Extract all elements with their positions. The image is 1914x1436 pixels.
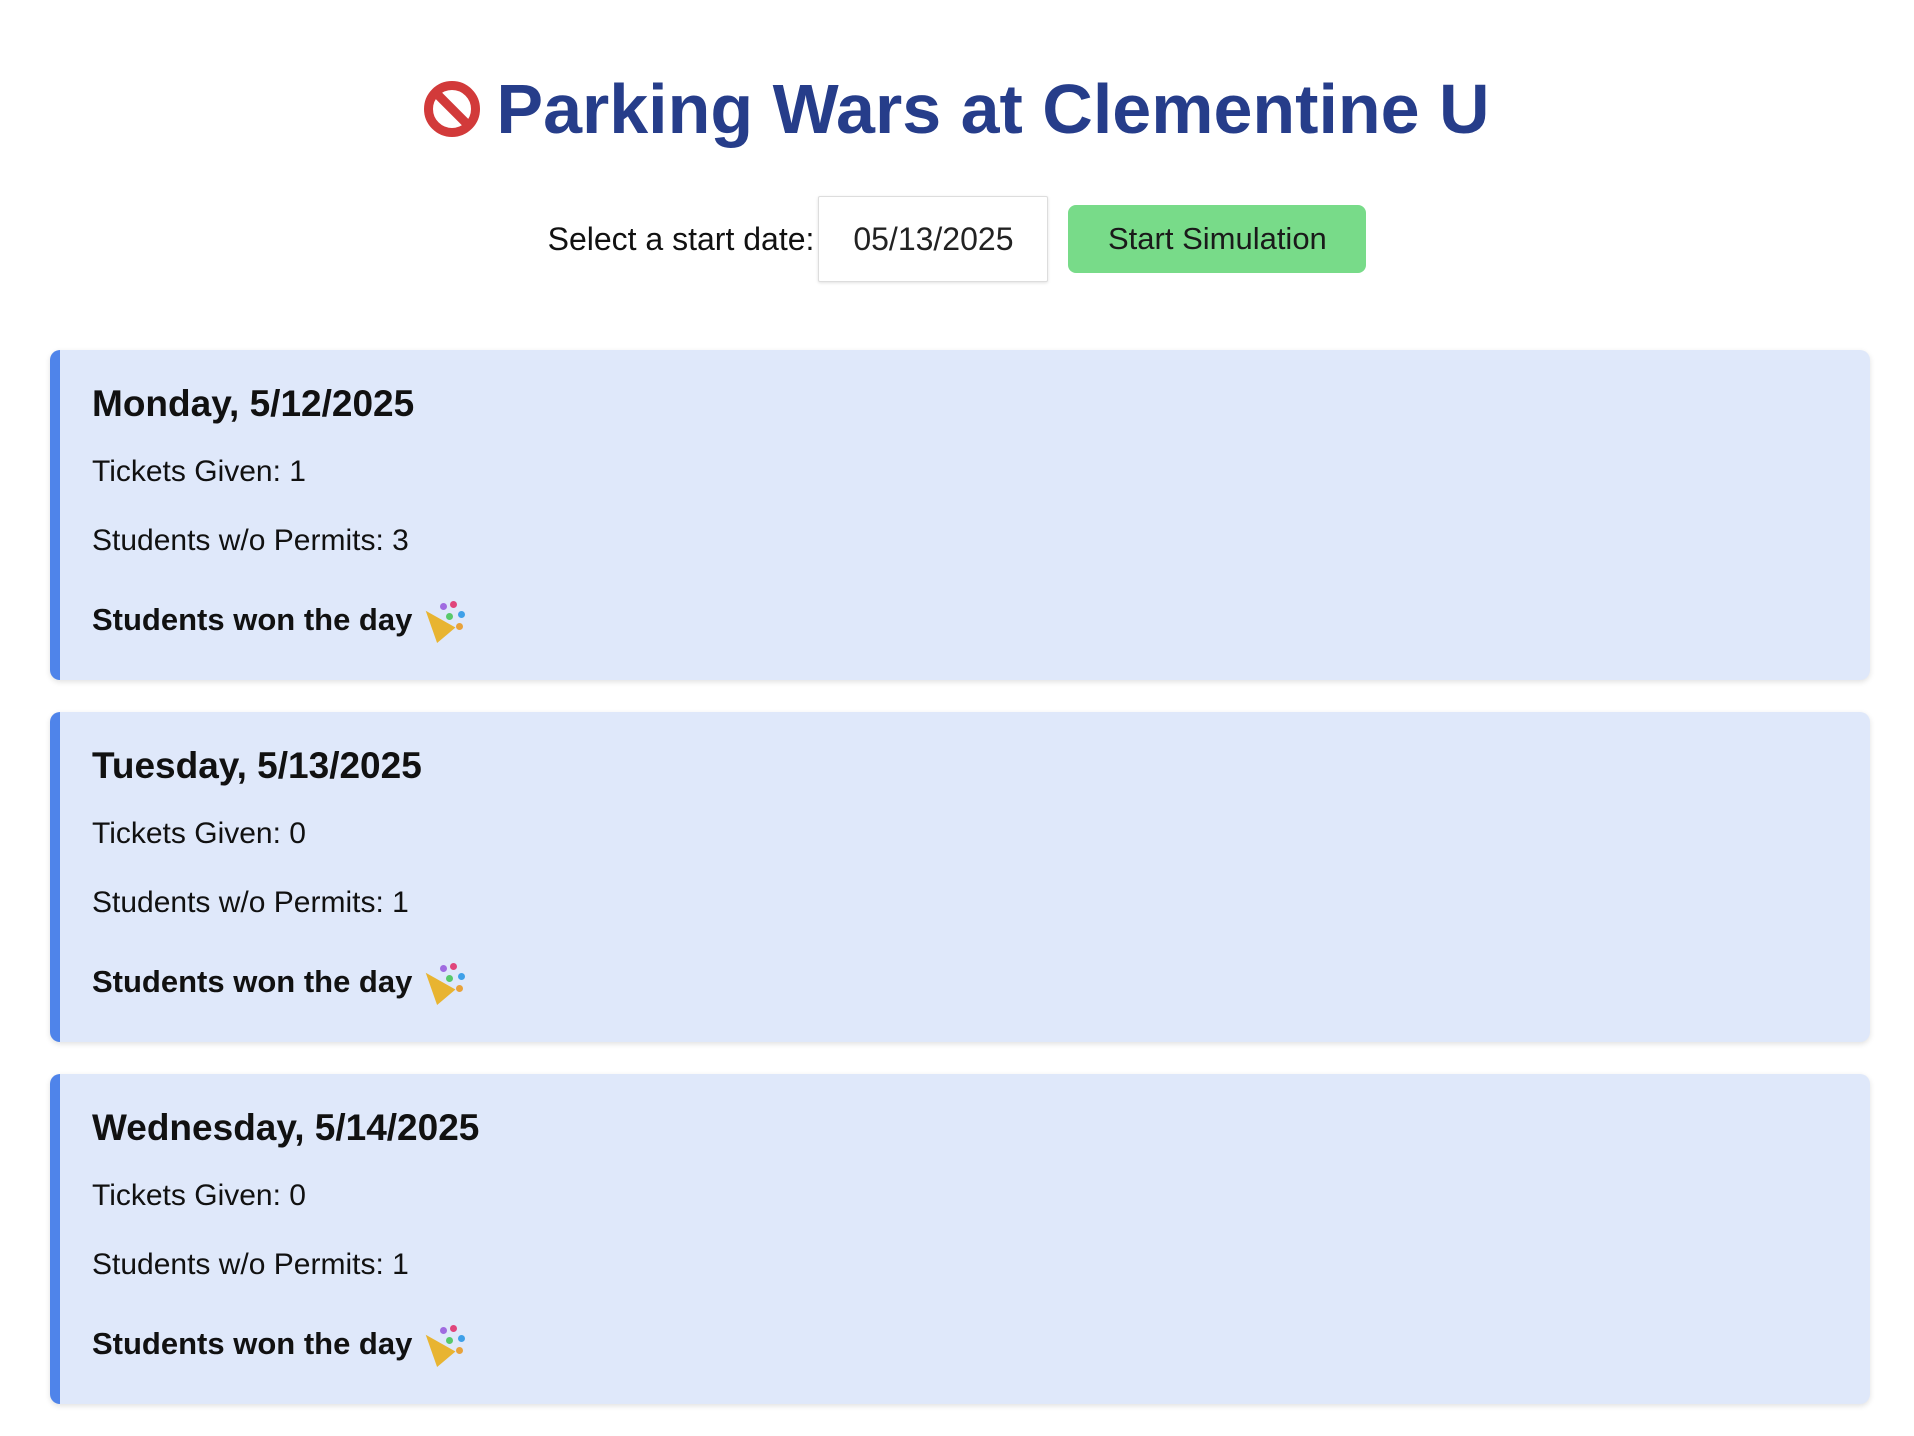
page-title-text: Parking Wars at Clementine U	[496, 70, 1490, 148]
day-title: Monday, 5/12/2025	[92, 383, 415, 424]
party-popper-icon	[416, 599, 466, 643]
party-popper-icon	[416, 1323, 466, 1367]
day-outcome: Students won the day	[92, 961, 1870, 1005]
simulation-controls: Select a start date: Start Simulation	[0, 196, 1914, 282]
tickets-given: Tickets Given: 0	[92, 1179, 306, 1212]
day-outcome-text: Students won the day	[92, 964, 413, 999]
date-label: Select a start date:	[547, 220, 815, 257]
day-title: Wednesday, 5/14/2025	[92, 1107, 480, 1148]
start-date-input[interactable]	[818, 196, 1049, 282]
day-outcome-text: Students won the day	[92, 1326, 413, 1361]
students-without-permits: Students w/o Permits: 3	[92, 524, 409, 557]
day-title: Tuesday, 5/13/2025	[92, 745, 422, 786]
tickets-given: Tickets Given: 1	[92, 455, 306, 488]
day-card-tuesday: Tuesday, 5/13/2025 Tickets Given: 0 Stud…	[50, 712, 1870, 1042]
no-entry-icon	[424, 81, 481, 137]
students-without-permits: Students w/o Permits: 1	[92, 1248, 409, 1281]
day-outcome: Students won the day	[92, 1323, 1870, 1367]
day-outcome-text: Students won the day	[92, 602, 413, 637]
tickets-given: Tickets Given: 0	[92, 817, 306, 850]
day-card-monday: Monday, 5/12/2025 Tickets Given: 1 Stude…	[50, 350, 1870, 680]
party-popper-icon	[416, 961, 466, 1005]
page-title: Parking Wars at Clementine U	[0, 74, 1914, 144]
start-simulation-button[interactable]: Start Simulation	[1068, 205, 1367, 273]
day-card-wednesday: Wednesday, 5/14/2025 Tickets Given: 0 St…	[50, 1074, 1870, 1404]
students-without-permits: Students w/o Permits: 1	[92, 886, 409, 919]
day-results-list: Monday, 5/12/2025 Tickets Given: 1 Stude…	[50, 350, 1870, 1436]
day-outcome: Students won the day	[92, 599, 1870, 643]
